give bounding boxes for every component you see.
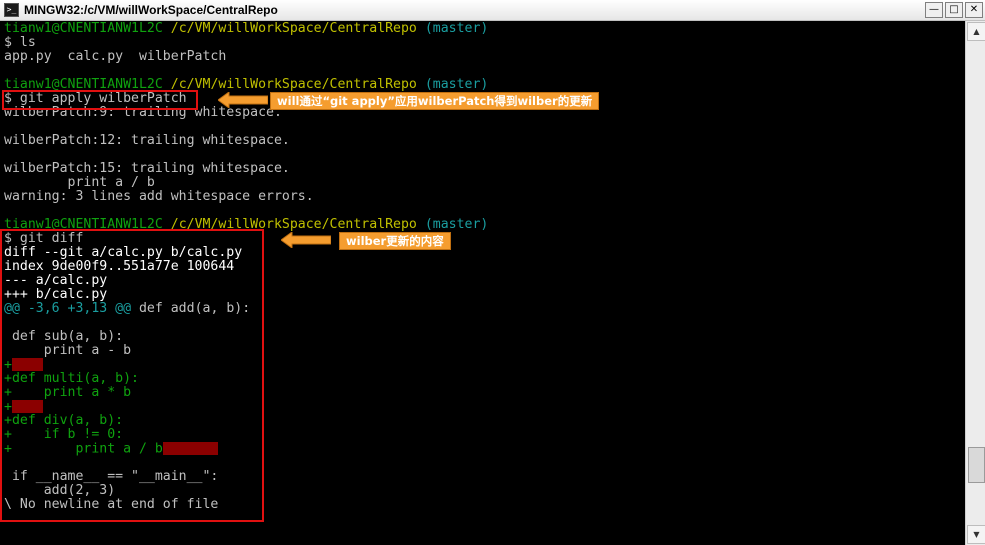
whitespace-warning: wilberPatch:15: trailing whitespace. bbox=[4, 161, 290, 176]
title-bar[interactable]: >_ MINGW32:/c/VM/willWorkSpace/CentralRe… bbox=[0, 0, 985, 21]
terminal-app-icon[interactable]: >_ bbox=[4, 3, 19, 17]
close-button[interactable]: ✕ bbox=[965, 2, 983, 18]
scroll-down-arrow-icon[interactable]: ▼ bbox=[967, 525, 985, 544]
minimize-button[interactable]: — bbox=[925, 2, 943, 18]
scroll-thumb[interactable] bbox=[968, 447, 985, 483]
maximize-button[interactable]: □ bbox=[945, 2, 963, 18]
prompt-path: /c/VM/willWorkSpace/CentralRepo bbox=[170, 77, 417, 92]
highlight-box-git-diff bbox=[0, 229, 264, 522]
left-arrow-icon bbox=[281, 232, 331, 248]
prompt-branch: (master) bbox=[424, 217, 489, 232]
warning-code-line: print a / b bbox=[4, 175, 155, 190]
prompt-branch: (master) bbox=[424, 77, 489, 92]
highlight-box-git-apply bbox=[2, 90, 198, 110]
callout-git-diff: wilber更新的内容 bbox=[339, 232, 451, 250]
command-ls: $ ls bbox=[4, 35, 36, 50]
prompt-path: /c/VM/willWorkSpace/CentralRepo bbox=[170, 21, 417, 36]
window-controls: — □ ✕ bbox=[925, 2, 983, 18]
prompt-line: tianw1@CNENTIANW1L2C /c/VM/willWorkSpace… bbox=[4, 22, 488, 36]
prompt-branch: (master) bbox=[424, 21, 489, 36]
window-title: MINGW32:/c/VM/willWorkSpace/CentralRepo bbox=[24, 3, 278, 17]
vertical-scrollbar[interactable]: ▲ ▼ bbox=[965, 21, 985, 545]
scroll-up-arrow-icon[interactable]: ▲ bbox=[967, 22, 985, 41]
terminal-window: >_ MINGW32:/c/VM/willWorkSpace/CentralRe… bbox=[0, 0, 985, 545]
warning-summary: warning: 3 lines add whitespace errors. bbox=[4, 189, 314, 204]
left-arrow-icon bbox=[218, 92, 268, 108]
whitespace-warning: wilberPatch:12: trailing whitespace. bbox=[4, 133, 290, 148]
prompt-user: tianw1@CNENTIANW1L2C bbox=[4, 21, 163, 36]
callout-git-apply: will通过“git apply”应用wilberPatch得到wilber的更… bbox=[270, 92, 600, 110]
ls-output: app.py calc.py wilberPatch bbox=[4, 49, 227, 64]
